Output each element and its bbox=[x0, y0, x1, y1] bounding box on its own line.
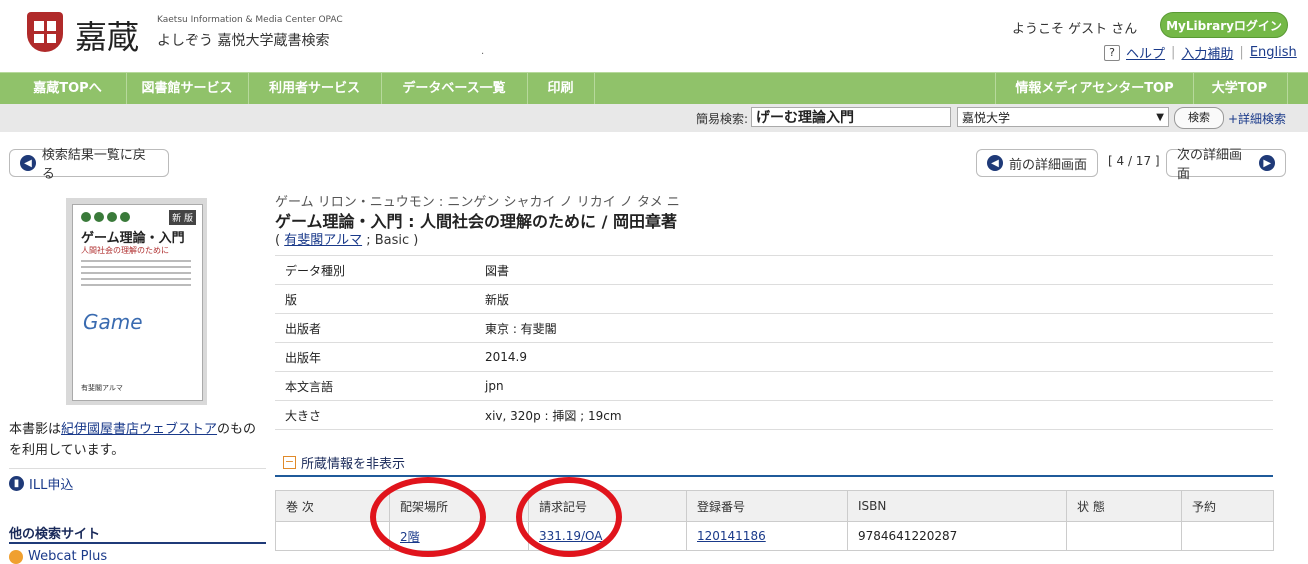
series-open: ( bbox=[275, 233, 281, 248]
cover-publisher: 有斐閣アルマ bbox=[81, 384, 123, 392]
meta-value: 新版 bbox=[475, 284, 1273, 314]
nav-item-library-services[interactable]: 図書館サービス bbox=[126, 73, 249, 104]
series-line: ( 有斐閣アルマ ; Basic ) bbox=[275, 229, 418, 248]
cover-game-text: Game bbox=[83, 310, 143, 334]
welcome-text: ようこそ ゲスト さん bbox=[1012, 22, 1138, 37]
divider: | bbox=[1171, 45, 1176, 60]
scope-select[interactable]: 嘉悦大学 ▼ bbox=[957, 107, 1169, 127]
ill-request-link[interactable]: ▮ ILL申込 bbox=[9, 474, 73, 493]
input-help-link[interactable]: 入力補助 bbox=[1181, 43, 1233, 62]
series-rest: ; Basic ) bbox=[366, 233, 419, 248]
help-link[interactable]: ヘルプ bbox=[1126, 43, 1165, 62]
chevron-down-icon: ▼ bbox=[1156, 112, 1164, 123]
annotation-circle-location bbox=[370, 477, 486, 557]
quick-search-bar: 簡易検索: げーむ理論入門 嘉悦大学 ▼ 検索 +詳細検索 bbox=[0, 104, 1308, 132]
meta-key: 出版年 bbox=[275, 342, 475, 372]
meta-key: 大きさ bbox=[275, 400, 475, 430]
other-sites-heading: 他の検索サイト bbox=[9, 527, 101, 542]
quick-search-label: 簡易検索: bbox=[696, 112, 749, 126]
arrow-left-icon: ◀ bbox=[20, 155, 36, 171]
top-links: ? ヘルプ | 入力補助 | English bbox=[1104, 43, 1297, 62]
table-row: データ種別 図書 bbox=[275, 255, 1273, 285]
english-link[interactable]: English bbox=[1250, 45, 1297, 60]
reg-number-link[interactable]: 120141186 bbox=[697, 529, 766, 543]
cover-title: ゲーム理論・入門 bbox=[81, 231, 185, 246]
note-prefix: 本書影は bbox=[9, 422, 62, 437]
logo-subtitle-en: Kaetsu Information & Media Center OPAC bbox=[157, 15, 343, 25]
nav-item-university[interactable]: 大学TOP bbox=[1192, 73, 1288, 104]
cover-credit-note: 本書影は紀伊國屋書店ウェブストアのものを利用しています。 bbox=[9, 419, 264, 461]
main-nav: 嘉蔵TOPへ 図書館サービス 利用者サービス データベース一覧 印刷 情報メディ… bbox=[0, 72, 1308, 105]
scope-select-value: 嘉悦大学 bbox=[962, 111, 1011, 125]
next-detail-label: 次の詳細画面 bbox=[1177, 148, 1243, 182]
search-button[interactable]: 検索 bbox=[1174, 107, 1224, 129]
nav-item-top[interactable]: 嘉蔵TOPへ bbox=[9, 73, 127, 104]
arrow-left-icon: ◀ bbox=[987, 155, 1003, 171]
divider bbox=[9, 542, 266, 544]
nav-item-user-services[interactable]: 利用者サービス bbox=[248, 73, 382, 104]
mylibrary-login-button[interactable]: MyLibraryログイン bbox=[1160, 12, 1288, 38]
cell-reg-number: 120141186 bbox=[686, 521, 848, 551]
table-row: 大きさ xiv, 320p : 挿図 ; 19cm bbox=[275, 400, 1273, 430]
webcat-icon bbox=[9, 549, 23, 564]
meta-value: 東京 : 有斐閣 bbox=[475, 313, 1273, 343]
search-input[interactable]: げーむ理論入門 bbox=[751, 107, 951, 127]
help-icon[interactable]: ? bbox=[1104, 44, 1120, 61]
meta-value: 図書 bbox=[475, 255, 1273, 285]
meta-value: xiv, 320p : 挿図 ; 19cm bbox=[475, 400, 1273, 430]
back-to-results-label: 検索結果一覧に戻る bbox=[41, 148, 146, 182]
holdings-toggle-label: 所蔵情報を非表示 bbox=[301, 457, 406, 472]
meta-key: データ種別 bbox=[275, 255, 475, 285]
prev-detail-button[interactable]: ◀ 前の詳細画面 bbox=[976, 149, 1098, 177]
table-row: 本文言語 jpn bbox=[275, 371, 1273, 401]
logo-title[interactable]: 嘉蔵 bbox=[75, 12, 139, 58]
divider bbox=[9, 468, 266, 469]
meta-value: 2014.9 bbox=[475, 342, 1273, 372]
logo-mark[interactable] bbox=[27, 12, 63, 52]
logo-glyph-icon bbox=[34, 21, 56, 43]
result-counter: [ 4 / 17 ] bbox=[1108, 154, 1160, 168]
cover-subtitle: 人間社会の理解のために bbox=[81, 246, 169, 255]
back-to-results-button[interactable]: ◀ 検索結果一覧に戻る bbox=[9, 148, 169, 182]
cell-reserve bbox=[1181, 521, 1274, 551]
next-detail-button[interactable]: 次の詳細画面 ▶ bbox=[1166, 148, 1286, 182]
nav-item-print[interactable]: 印刷 bbox=[527, 73, 595, 104]
arrow-right-icon: ▶ bbox=[1259, 155, 1275, 171]
series-link[interactable]: 有斐閣アルマ bbox=[284, 233, 362, 248]
cover-dots bbox=[81, 212, 130, 222]
meta-key: 本文言語 bbox=[275, 371, 475, 401]
cell-status bbox=[1066, 521, 1182, 551]
holdings-toggle[interactable]: − 所蔵情報を非表示 bbox=[283, 453, 405, 472]
col-status: 状 態 bbox=[1066, 490, 1182, 522]
nav-item-databases[interactable]: データベース一覧 bbox=[381, 73, 528, 104]
table-row: 出版年 2014.9 bbox=[275, 342, 1273, 372]
cover-text-lines bbox=[81, 260, 191, 290]
prev-detail-label: 前の詳細画面 bbox=[1009, 157, 1088, 173]
logo-subtitle-jp: よしぞう 嘉悦大学蔵書検索 bbox=[157, 33, 330, 49]
meta-key: 出版者 bbox=[275, 313, 475, 343]
col-isbn: ISBN bbox=[847, 490, 1067, 522]
cell-isbn: 9784641220287 bbox=[847, 521, 1067, 551]
cover-new-badge: 新 版 bbox=[169, 210, 196, 225]
advanced-search-link[interactable]: +詳細検索 bbox=[1228, 110, 1286, 127]
table-row: 出版者 東京 : 有斐閣 bbox=[275, 313, 1273, 343]
nav-item-media-center[interactable]: 情報メディアセンターTOP bbox=[995, 73, 1194, 104]
annotation-circle-call-number bbox=[516, 477, 622, 557]
col-reg-number: 登録番号 bbox=[686, 490, 848, 522]
kinokuniya-link[interactable]: 紀伊國屋書店ウェブストア bbox=[61, 422, 217, 437]
meta-value: jpn bbox=[475, 371, 1273, 401]
meta-key: 版 bbox=[275, 284, 475, 314]
divider: | bbox=[1239, 45, 1244, 60]
table-row: 版新版 bbox=[275, 284, 1273, 314]
book-cover-image: 新 版 ゲーム理論・入門 人間社会の理解のために Game 有斐閣アルマ bbox=[66, 198, 207, 405]
bibliographic-table: データ種別 図書 版新版 出版者 東京 : 有斐閣 出版年 2014.9 本文言語 jp… bbox=[275, 255, 1273, 430]
info-icon: ▮ bbox=[9, 476, 24, 491]
ill-label: ILL申込 bbox=[29, 478, 74, 493]
collapse-icon: − bbox=[283, 455, 296, 469]
col-reserve: 予約 bbox=[1181, 490, 1274, 522]
stray-dot: . bbox=[481, 46, 485, 57]
